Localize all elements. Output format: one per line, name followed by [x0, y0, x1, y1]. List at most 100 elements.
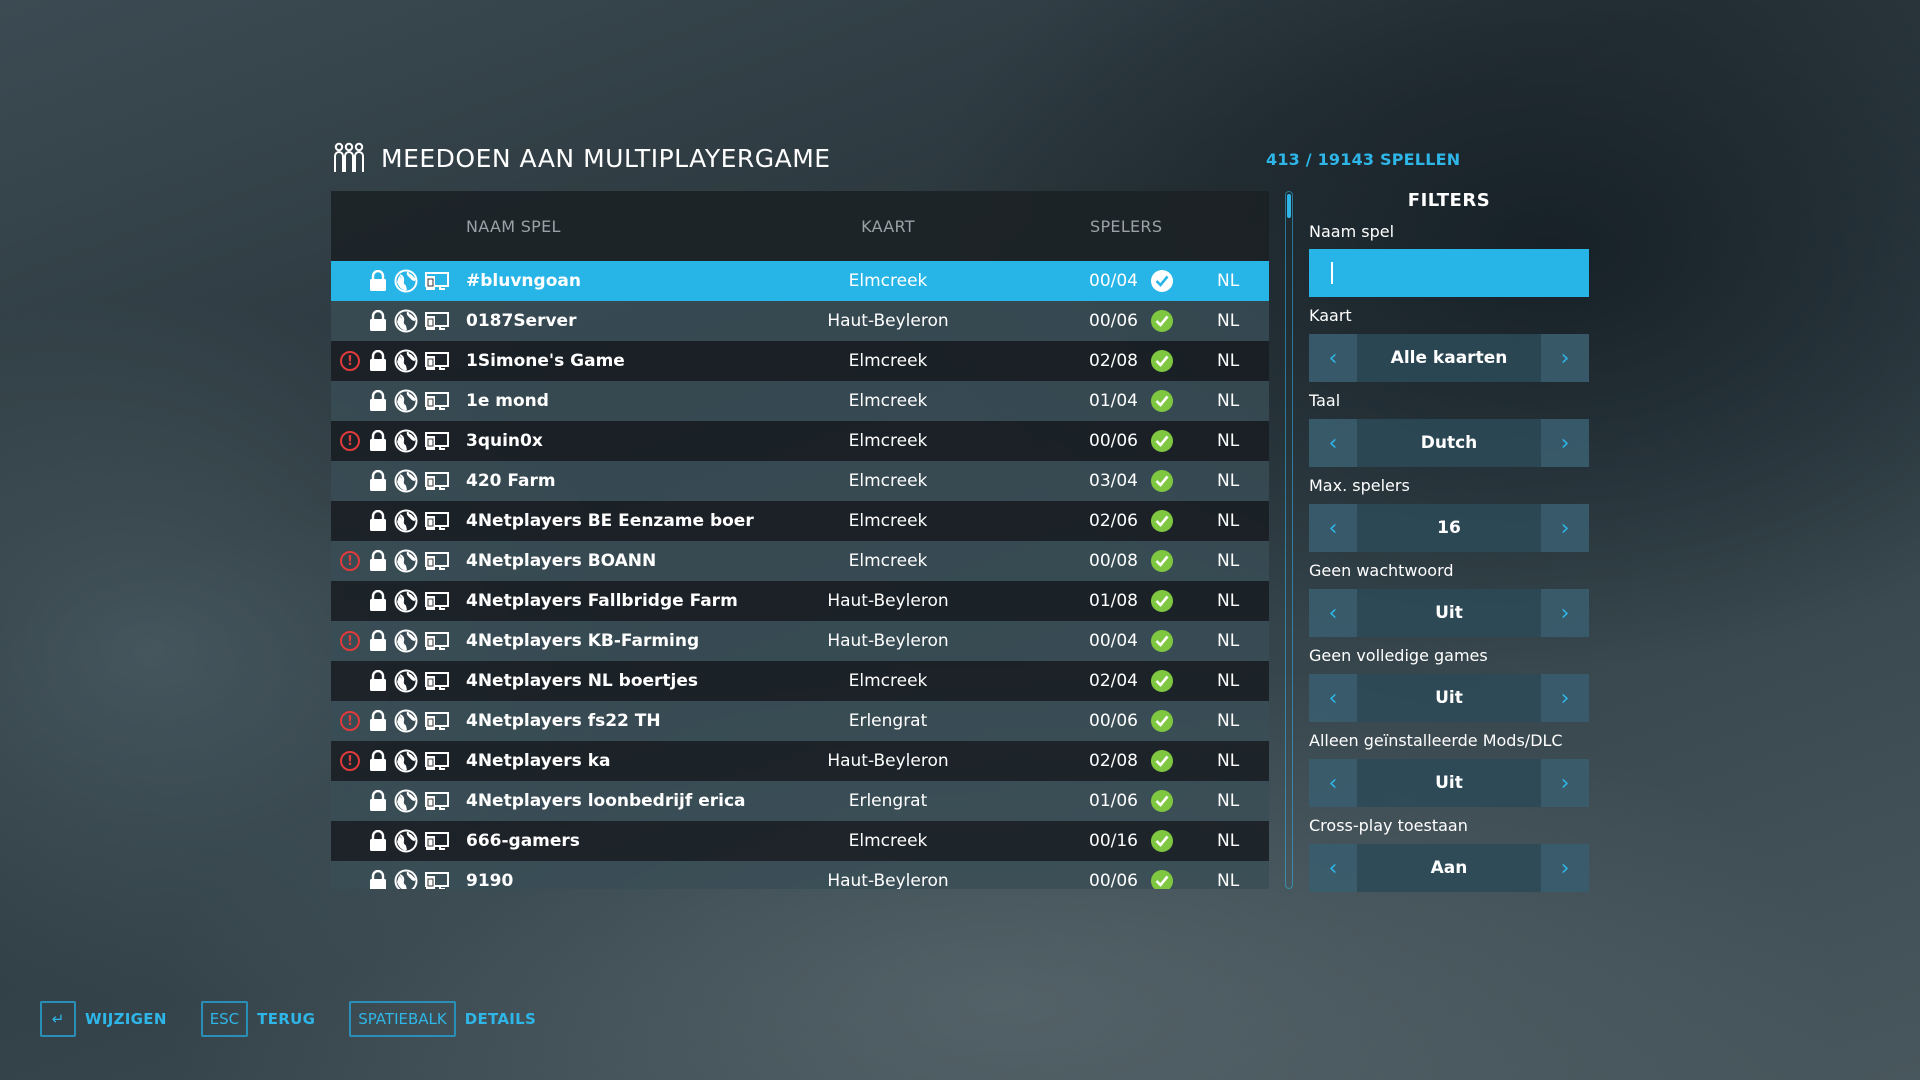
globe-icon [394, 261, 420, 301]
check-circle [1151, 590, 1173, 612]
column-header-name[interactable]: NAAM SPEL [466, 217, 561, 236]
column-header-players[interactable]: SPELERS [1090, 217, 1162, 236]
details-action[interactable]: SPATIEBALK DETAILS [349, 1001, 536, 1037]
server-map: Elmcreek [848, 471, 928, 491]
warning-cell [340, 581, 362, 621]
filter-stepper-crossplay: ‹ Aan › [1309, 844, 1589, 892]
filter-value-not-full[interactable]: Uit [1357, 674, 1541, 722]
check-circle [1151, 710, 1173, 732]
key-hint: ↵ [40, 1001, 76, 1037]
check-circle [1151, 470, 1173, 492]
server-language: NL [1217, 431, 1240, 451]
change-action[interactable]: ↵ WIJZIGEN [40, 1001, 167, 1037]
globe-icon [394, 381, 420, 421]
check-circle [1151, 790, 1173, 812]
filter-value-map[interactable]: Alle kaarten [1357, 334, 1541, 382]
chevron-left-icon[interactable]: ‹ [1309, 844, 1357, 892]
server-map: Haut-Beyleron [827, 751, 949, 771]
platform-icon [424, 421, 452, 461]
table-row[interactable]: ! 4Netplayers KB-Farming Haut-Beyleron 00/0… [331, 621, 1269, 661]
globe-icon [394, 301, 420, 341]
table-row[interactable]: 9190 Haut-Beyleron 00/06 NL [331, 861, 1269, 889]
filter-value-installed-mods[interactable]: Uit [1357, 759, 1541, 807]
text-caret [1331, 262, 1333, 284]
table-row[interactable]: 4Netplayers NL boertjes Elmcreek 02/04 NL [331, 661, 1269, 701]
platform-icon [424, 581, 452, 621]
server-name: 4Netplayers Fallbridge Farm [466, 591, 738, 611]
filter-value-crossplay[interactable]: Aan [1357, 844, 1541, 892]
filter-stepper-installed-mods: ‹ Uit › [1309, 759, 1589, 807]
table-row[interactable]: #bluvngoan Elmcreek 00/04 NL [331, 261, 1269, 301]
table-scrollbar[interactable] [1285, 191, 1293, 889]
check-circle [1151, 630, 1173, 652]
chevron-right-icon[interactable]: › [1541, 674, 1589, 722]
check-circle [1151, 390, 1173, 412]
server-language: NL [1217, 671, 1240, 691]
chevron-left-icon[interactable]: ‹ [1309, 504, 1357, 552]
check-circle [1151, 510, 1173, 532]
table-row[interactable]: 4Netplayers BE Eenzame boer Elmcreek 02/06… [331, 501, 1269, 541]
game-name-input[interactable] [1309, 249, 1589, 297]
server-map: Elmcreek [848, 511, 928, 531]
chevron-left-icon[interactable]: ‹ [1309, 759, 1357, 807]
server-name: 1Simone's Game [466, 351, 625, 371]
table-row[interactable]: ! 4Netplayers BOANN Elmcreek 00/08 NL [331, 541, 1269, 581]
chevron-left-icon[interactable]: ‹ [1309, 674, 1357, 722]
server-players: 02/08 [1089, 351, 1138, 371]
column-header-map[interactable]: KAART [788, 217, 988, 236]
back-action[interactable]: ESC TERUG [200, 1001, 316, 1037]
globe-icon [394, 461, 420, 501]
server-language: NL [1217, 471, 1240, 491]
table-row[interactable]: ! 4Netplayers ka Haut-Beyleron 02/08 NL [331, 741, 1269, 781]
check-icon [1151, 861, 1175, 889]
chevron-right-icon[interactable]: › [1541, 334, 1589, 382]
filter-value-language[interactable]: Dutch [1357, 419, 1541, 467]
table-row[interactable]: ! 3quin0x Elmcreek 00/06 NL [331, 421, 1269, 461]
server-language: NL [1217, 751, 1240, 771]
table-row[interactable]: ! 1Simone's Game Elmcreek 02/08 NL [331, 341, 1269, 381]
chevron-right-icon[interactable]: › [1541, 759, 1589, 807]
platform-icon [424, 501, 452, 541]
filter-value-no-password[interactable]: Uit [1357, 589, 1541, 637]
chevron-right-icon[interactable]: › [1541, 419, 1589, 467]
table-row[interactable]: 4Netplayers Fallbridge Farm Haut-Beyleron… [331, 581, 1269, 621]
table-row[interactable]: 420 Farm Elmcreek 03/04 NL [331, 461, 1269, 501]
chevron-left-icon[interactable]: ‹ [1309, 419, 1357, 467]
table-row[interactable]: 666-gamers Elmcreek 00/16 NL [331, 821, 1269, 861]
chevron-left-icon[interactable]: ‹ [1309, 334, 1357, 382]
chevron-right-icon[interactable]: › [1541, 504, 1589, 552]
server-language: NL [1217, 591, 1240, 611]
check-circle [1151, 270, 1173, 292]
warning-cell [340, 261, 362, 301]
chevron-right-icon[interactable]: › [1541, 844, 1589, 892]
scrollbar-thumb[interactable] [1287, 194, 1291, 218]
check-icon [1151, 621, 1175, 661]
table-row[interactable]: 4Netplayers loonbedrijf erica Erlengrat 01… [331, 781, 1269, 821]
filter-stepper-max-players: ‹ 16 › [1309, 504, 1589, 552]
check-icon [1151, 701, 1175, 741]
table-header: NAAM SPEL KAART SPELERS [331, 191, 1269, 261]
server-name: 4Netplayers ka [466, 751, 611, 771]
table-row[interactable]: ! 4Netplayers fs22 TH Erlengrat 00/06 NL [331, 701, 1269, 741]
server-name: 4Netplayers KB-Farming [466, 631, 700, 651]
warning-icon: ! [340, 431, 360, 451]
check-icon [1151, 541, 1175, 581]
warning-cell [340, 781, 362, 821]
warning-icon: ! [340, 751, 360, 771]
players-group-icon [334, 142, 364, 172]
filters-panel: FILTERS Naam spel Kaart ‹ Alle kaarten › Taa… [1309, 190, 1589, 892]
filter-value-max-players[interactable]: 16 [1357, 504, 1541, 552]
server-name: 4Netplayers loonbedrijf erica [466, 791, 746, 811]
table-row[interactable]: 0187Server Haut-Beyleron 00/06 NL [331, 301, 1269, 341]
chevron-right-icon[interactable]: › [1541, 589, 1589, 637]
chevron-left-icon[interactable]: ‹ [1309, 589, 1357, 637]
filter-label-no-password: Geen wachtwoord [1309, 561, 1454, 580]
globe-icon [394, 661, 420, 701]
platform-icon [424, 861, 452, 889]
check-circle [1151, 830, 1173, 852]
filter-label-max-players: Max. spelers [1309, 476, 1410, 495]
table-row[interactable]: 1e mond Elmcreek 01/04 NL [331, 381, 1269, 421]
globe-icon [394, 821, 420, 861]
check-icon [1151, 421, 1175, 461]
server-map: Erlengrat [848, 791, 928, 811]
